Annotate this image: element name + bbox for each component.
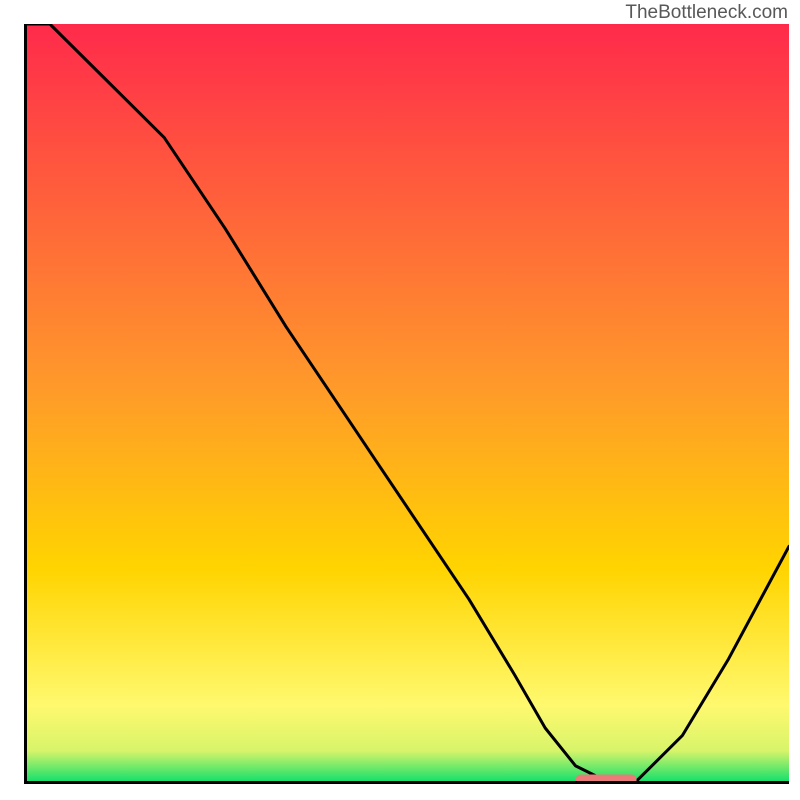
watermark-text: TheBottleneck.com	[625, 2, 788, 24]
bottleneck-chart	[24, 24, 789, 784]
gradient-background	[27, 24, 789, 781]
optimum-marker	[576, 775, 637, 782]
chart-svg	[27, 24, 789, 781]
